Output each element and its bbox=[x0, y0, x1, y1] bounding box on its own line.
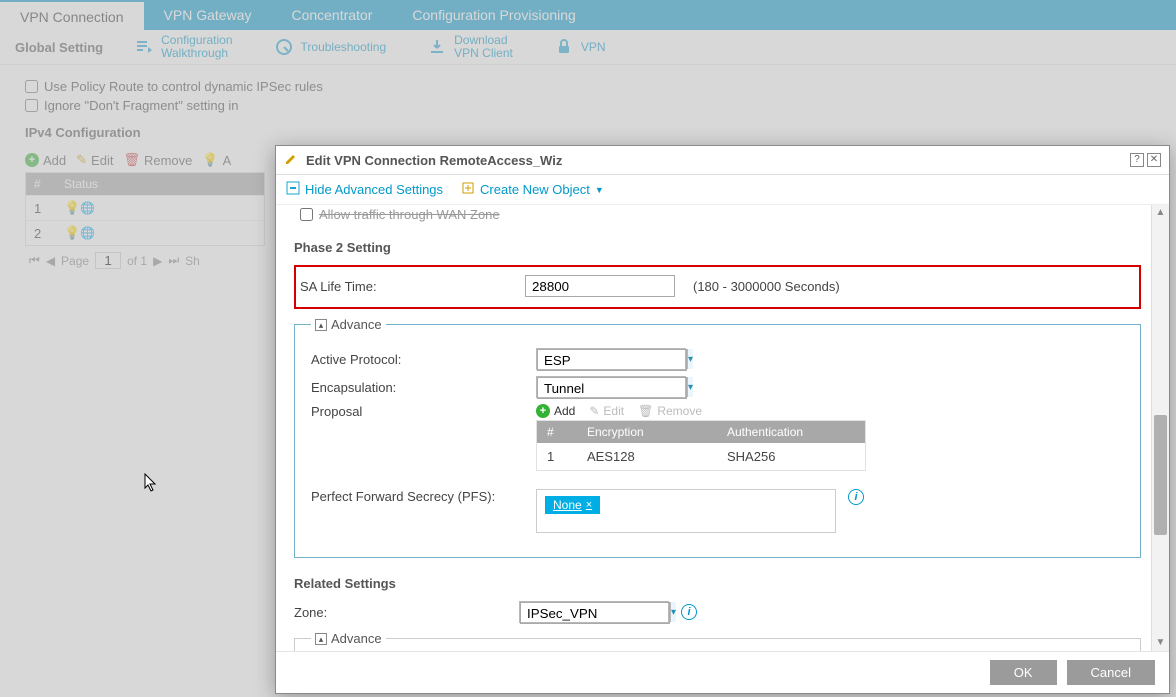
col-num: # bbox=[547, 425, 587, 439]
sa-life-hint: (180 - 3000000 Seconds) bbox=[693, 279, 840, 294]
edit-vpn-dialog: Edit VPN Connection RemoteAccess_Wiz ? ✕… bbox=[275, 145, 1170, 694]
ok-button[interactable]: OK bbox=[990, 660, 1057, 685]
close-button[interactable]: ✕ bbox=[1147, 153, 1161, 167]
zone-value[interactable] bbox=[520, 602, 670, 624]
pfs-label: Perfect Forward Secrecy (PFS): bbox=[311, 489, 536, 504]
hide-advanced-button[interactable]: Hide Advanced Settings bbox=[286, 181, 443, 198]
proposal-add-button[interactable]: + Add bbox=[536, 404, 575, 418]
active-protocol-select[interactable]: ▾ bbox=[536, 348, 686, 370]
info-icon[interactable]: i bbox=[848, 489, 864, 505]
encapsulation-select[interactable]: ▾ bbox=[536, 376, 686, 398]
new-object-icon bbox=[461, 181, 475, 198]
proposal-toolbar: + Add ✎ Edit 🗑 Remove bbox=[536, 404, 866, 418]
create-object-button[interactable]: Create New Object ▼ bbox=[461, 181, 604, 198]
cancel-button[interactable]: Cancel bbox=[1067, 660, 1155, 685]
row-auth: SHA256 bbox=[727, 449, 855, 464]
pencil-icon: ✎ bbox=[589, 404, 599, 418]
proposal-remove-button: 🗑 Remove bbox=[638, 404, 702, 418]
active-protocol-value[interactable] bbox=[537, 349, 687, 371]
table-row[interactable]: 1 AES128 SHA256 bbox=[537, 443, 865, 470]
sa-life-input[interactable] bbox=[525, 275, 675, 297]
collapse-toggle-icon[interactable]: ▴ bbox=[315, 319, 327, 331]
encapsulation-value[interactable] bbox=[537, 377, 687, 399]
remove-tag-icon[interactable]: × bbox=[586, 499, 592, 511]
edit-icon bbox=[284, 152, 300, 168]
advance2-legend[interactable]: ▴ Advance bbox=[311, 631, 386, 646]
pfs-value: None bbox=[553, 498, 582, 512]
trash-icon: 🗑 bbox=[638, 404, 653, 418]
pfs-input[interactable]: None × bbox=[536, 489, 836, 533]
proposal-label: Proposal bbox=[311, 404, 536, 419]
vertical-scrollbar[interactable]: ▲ ▼ bbox=[1151, 205, 1169, 651]
zone-select[interactable]: ▾ bbox=[519, 601, 669, 623]
col-auth: Authentication bbox=[727, 425, 855, 439]
dialog-footer: OK Cancel bbox=[276, 651, 1169, 693]
scroll-down-icon[interactable]: ▼ bbox=[1152, 635, 1169, 651]
edit-label: Edit bbox=[603, 404, 624, 418]
row-num: 1 bbox=[547, 449, 587, 464]
dialog-header: Edit VPN Connection RemoteAccess_Wiz ? ✕ bbox=[276, 146, 1169, 175]
col-encryption: Encryption bbox=[587, 425, 727, 439]
row-enc: AES128 bbox=[587, 449, 727, 464]
highlighted-region: SA Life Time: (180 - 3000000 Seconds) bbox=[294, 265, 1141, 309]
chevron-down-icon[interactable]: ▾ bbox=[687, 349, 693, 369]
proposal-header: # Encryption Authentication bbox=[537, 421, 865, 443]
proposal-table: # Encryption Authentication 1 AES128 SHA… bbox=[536, 420, 866, 471]
remove-label: Remove bbox=[657, 404, 702, 418]
active-protocol-label: Active Protocol: bbox=[311, 352, 536, 367]
scroll-up-icon[interactable]: ▲ bbox=[1152, 205, 1169, 221]
advance-fieldset: ▴ Advance Active Protocol: ▾ Encapsulati… bbox=[294, 317, 1141, 558]
related-heading: Related Settings bbox=[294, 576, 1141, 591]
encapsulation-label: Encapsulation: bbox=[311, 380, 536, 395]
advance-label: Advance bbox=[331, 317, 382, 332]
truncated-row: Allow traffic through WAN Zone bbox=[294, 207, 1141, 222]
zone-label: Zone: bbox=[294, 605, 519, 620]
scroll-thumb[interactable] bbox=[1154, 415, 1167, 535]
dialog-body: Allow traffic through WAN Zone Phase 2 S… bbox=[276, 205, 1169, 651]
collapse-toggle-icon[interactable]: ▴ bbox=[315, 633, 327, 645]
create-obj-label: Create New Object bbox=[480, 182, 590, 197]
plus-icon: + bbox=[536, 404, 550, 418]
chevron-down-icon[interactable]: ▾ bbox=[670, 602, 676, 622]
wan-traffic-label: Allow traffic through WAN Zone bbox=[319, 207, 500, 222]
sa-life-label: SA Life Time: bbox=[300, 279, 525, 294]
advance-legend[interactable]: ▴ Advance bbox=[311, 317, 386, 332]
hide-adv-label: Hide Advanced Settings bbox=[305, 182, 443, 197]
dialog-title: Edit VPN Connection RemoteAccess_Wiz bbox=[306, 153, 1127, 168]
phase2-heading: Phase 2 Setting bbox=[294, 240, 1141, 255]
advance-label: Advance bbox=[331, 631, 382, 646]
pfs-tag[interactable]: None × bbox=[545, 496, 600, 514]
proposal-edit-button: ✎ Edit bbox=[589, 404, 624, 418]
add-label: Add bbox=[554, 404, 575, 418]
help-button[interactable]: ? bbox=[1130, 153, 1144, 167]
dialog-toolbar: Hide Advanced Settings Create New Object… bbox=[276, 175, 1169, 205]
wan-traffic-checkbox[interactable] bbox=[300, 208, 313, 221]
advance2-fieldset: ▴ Advance Inbound/Outbound traffic NAT bbox=[294, 631, 1141, 651]
collapse-icon bbox=[286, 181, 300, 198]
chevron-down-icon[interactable]: ▾ bbox=[687, 377, 693, 397]
chevron-down-icon: ▼ bbox=[595, 185, 604, 195]
info-icon[interactable]: i bbox=[681, 604, 697, 620]
